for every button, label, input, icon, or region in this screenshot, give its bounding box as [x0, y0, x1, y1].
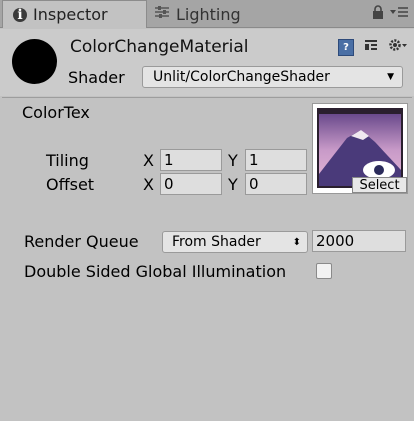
- offset-x-field[interactable]: 0: [160, 173, 222, 195]
- tiling-y-label: Y: [228, 151, 238, 170]
- render-queue-label: Render Queue: [24, 232, 139, 251]
- tiling-x-label: X: [143, 151, 154, 170]
- menu-icon[interactable]: [390, 6, 408, 22]
- info-icon: i: [13, 7, 27, 23]
- offset-y-label: Y: [228, 175, 238, 194]
- double-sided-gi-checkbox[interactable]: [316, 263, 332, 279]
- offset-y-field[interactable]: 0: [245, 173, 307, 195]
- material-name: ColorChangeMaterial: [70, 37, 249, 57]
- shader-dropdown-value: Unlit/ColorChangeShader: [153, 69, 330, 85]
- double-sided-gi-label: Double Sided Global Illumination: [24, 262, 287, 281]
- help-book-icon[interactable]: ?: [338, 38, 354, 56]
- texture-thumbnail: [317, 108, 403, 188]
- render-queue-field[interactable]: 2000: [312, 230, 406, 252]
- offset-label: Offset: [46, 175, 95, 194]
- lock-icon[interactable]: [372, 5, 384, 23]
- colortex-label: ColorTex: [22, 103, 90, 122]
- gear-icon[interactable]: [388, 37, 408, 57]
- tab-bar: i Inspector Lighting: [0, 0, 414, 28]
- material-header: ColorChangeMaterial ? Shader Unlit/Color…: [0, 29, 414, 96]
- tiling-x-field[interactable]: 1: [160, 149, 222, 171]
- shader-dropdown[interactable]: Unlit/ColorChangeShader ▼: [142, 66, 403, 88]
- sliders-icon: [154, 5, 170, 23]
- material-preview-sphere: [12, 39, 57, 84]
- tiling-label: Tiling: [46, 151, 89, 170]
- offset-x-label: X: [143, 175, 154, 194]
- dropdown-arrow-icon: ▼: [387, 72, 394, 82]
- tab-lighting-label: Lighting: [176, 4, 241, 24]
- updown-arrow-icon: ⬍: [292, 236, 301, 248]
- material-properties: ColorTex Select Tiling X 1 Y 1 Offset X …: [2, 97, 412, 421]
- tab-inspector-label: Inspector: [33, 5, 108, 24]
- tab-inspector[interactable]: i Inspector: [2, 0, 147, 28]
- render-queue-dropdown[interactable]: From Shader ⬍: [162, 231, 308, 253]
- texture-slot[interactable]: Select: [312, 103, 408, 194]
- render-queue-mode: From Shader: [172, 234, 261, 250]
- texture-select-button[interactable]: Select: [352, 177, 407, 193]
- shader-label: Shader: [68, 68, 125, 87]
- tab-lighting[interactable]: Lighting: [152, 0, 302, 28]
- tiling-y-field[interactable]: 1: [245, 149, 307, 171]
- preset-icon[interactable]: [363, 37, 379, 57]
